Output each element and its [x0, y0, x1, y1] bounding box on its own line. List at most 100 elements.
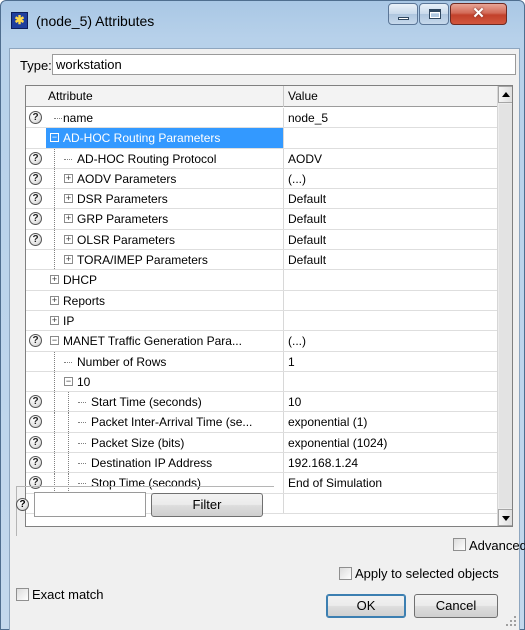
row-name[interactable]: ? name node_5: [26, 108, 497, 129]
help-icon[interactable]: ?: [29, 456, 42, 470]
cancel-button[interactable]: Cancel: [414, 594, 498, 618]
row-adhoc-routing-protocol[interactable]: ? AD-HOC Routing Protocol AODV: [26, 148, 497, 169]
value-cell[interactable]: End of Simulation: [284, 473, 497, 492]
row-ip[interactable]: + IP: [26, 310, 497, 332]
value-cell[interactable]: (...): [284, 331, 497, 350]
value-cell[interactable]: Default: [284, 250, 497, 269]
row-packet-inter-arrival[interactable]: ? Packet Inter-Arrival Time (se... exponen…: [26, 412, 497, 433]
expand-icon[interactable]: +: [50, 275, 59, 285]
attribute-cell[interactable]: Start Time (seconds): [46, 392, 284, 412]
exact-match-checkbox[interactable]: [16, 588, 29, 601]
attribute-cell[interactable]: −10: [46, 371, 284, 392]
vertical-scrollbar[interactable]: [497, 86, 512, 526]
row-dsr-params[interactable]: ? + DSR Parameters Default: [26, 189, 497, 210]
expand-icon[interactable]: +: [64, 255, 73, 265]
scroll-up-button[interactable]: [498, 86, 512, 103]
expand-icon[interactable]: +: [64, 234, 73, 244]
help-icon[interactable]: ?: [29, 415, 42, 429]
attribute-cell[interactable]: Destination IP Address: [46, 453, 284, 473]
attribute-cell[interactable]: Number of Rows: [46, 351, 284, 371]
value-cell[interactable]: (...): [284, 169, 497, 188]
expand-icon[interactable]: +: [64, 214, 73, 224]
advanced-label[interactable]: Advanced: [469, 538, 525, 553]
help-icon[interactable]: ?: [29, 111, 42, 124]
column-header-attribute[interactable]: Attribute: [26, 86, 284, 107]
minimize-button[interactable]: [388, 3, 418, 25]
filter-button[interactable]: Filter: [151, 493, 263, 517]
help-icon[interactable]: ?: [29, 192, 42, 206]
apply-to-selected-checkbox[interactable]: [339, 567, 352, 580]
attribute-cell[interactable]: + DHCP: [46, 270, 284, 290]
expand-icon[interactable]: +: [50, 295, 59, 305]
row-tora-imep-params[interactable]: + TORA/IMEP Parameters Default: [26, 250, 497, 271]
resize-grip[interactable]: [504, 614, 518, 628]
attribute-cell[interactable]: + GRP Parameters: [46, 209, 284, 229]
row-packet-size[interactable]: ? Packet Size (bits) exponential (1024): [26, 432, 497, 454]
value-cell[interactable]: exponential (1): [284, 412, 497, 431]
attribute-cell[interactable]: + TORA/IMEP Parameters: [46, 250, 284, 270]
row-manet-traffic[interactable]: ? − MANET Traffic Generation Para... (...): [26, 331, 497, 352]
ok-button[interactable]: OK: [326, 594, 406, 618]
row-aodv-params[interactable]: ? + AODV Parameters (...): [26, 168, 497, 190]
attribute-cell[interactable]: + AODV Parameters: [46, 168, 284, 189]
value-cell[interactable]: [284, 270, 497, 289]
attribute-cell[interactable]: − AD-HOC Routing Parameters: [46, 128, 284, 148]
attribute-cell[interactable]: + Reports: [46, 290, 284, 310]
value-cell[interactable]: exponential (1024): [284, 433, 497, 452]
help-icon[interactable]: ?: [29, 151, 42, 165]
apply-to-selected-label[interactable]: Apply to selected objects: [355, 566, 499, 581]
help-icon[interactable]: ?: [29, 395, 42, 409]
expand-icon[interactable]: +: [64, 173, 73, 183]
value-cell[interactable]: [284, 372, 497, 391]
value-cell[interactable]: 10: [284, 392, 497, 411]
attribute-cell[interactable]: + OLSR Parameters: [46, 229, 284, 250]
help-icon[interactable]: ?: [29, 435, 42, 449]
help-icon[interactable]: ?: [29, 232, 42, 246]
collapse-icon[interactable]: −: [50, 133, 59, 143]
row-number-of-rows[interactable]: Number of Rows 1: [26, 351, 497, 372]
value-cell[interactable]: [284, 494, 497, 513]
value-cell[interactable]: 192.168.1.24: [284, 453, 497, 472]
advanced-checkbox[interactable]: [453, 538, 466, 551]
row-dhcp[interactable]: + DHCP: [26, 270, 497, 291]
collapse-icon[interactable]: −: [64, 376, 73, 386]
attribute-cell[interactable]: + DSR Parameters: [46, 189, 284, 209]
value-cell[interactable]: [284, 311, 497, 330]
help-icon[interactable]: ?: [29, 334, 42, 348]
row-10[interactable]: −10: [26, 371, 497, 393]
attribute-cell[interactable]: name: [46, 108, 284, 128]
row-reports[interactable]: + Reports: [26, 290, 497, 311]
title-bar[interactable]: ✱ (node_5) Attributes ✕: [1, 1, 524, 41]
attribute-cell[interactable]: Packet Inter-Arrival Time (se...: [46, 412, 284, 432]
value-cell[interactable]: 1: [284, 352, 497, 371]
help-icon[interactable]: ?: [16, 498, 29, 511]
value-cell[interactable]: Default: [284, 189, 497, 208]
value-cell[interactable]: AODV: [284, 149, 497, 168]
attribute-cell[interactable]: Packet Size (bits): [46, 432, 284, 453]
scroll-thumb[interactable]: [499, 104, 512, 508]
collapse-icon[interactable]: −: [50, 336, 59, 346]
row-destination-ip[interactable]: ? Destination IP Address 192.168.1.24: [26, 453, 497, 474]
attribute-cell[interactable]: + IP: [46, 310, 284, 331]
exact-match-label[interactable]: Exact match: [32, 587, 104, 602]
value-cell[interactable]: Default: [284, 209, 497, 228]
value-cell[interactable]: Default: [284, 230, 497, 249]
filter-input[interactable]: [34, 492, 146, 517]
row-adhoc-routing-params[interactable]: − AD-HOC Routing Parameters: [26, 128, 497, 149]
row-start-time[interactable]: ? Start Time (seconds) 10: [26, 392, 497, 413]
column-header-value[interactable]: Value: [284, 86, 497, 107]
close-button[interactable]: ✕: [450, 3, 507, 25]
attribute-cell[interactable]: AD-HOC Routing Protocol: [46, 148, 284, 168]
help-icon[interactable]: ?: [29, 212, 42, 226]
help-icon[interactable]: ?: [29, 171, 42, 185]
value-cell[interactable]: node_5: [284, 108, 497, 127]
maximize-button[interactable]: [419, 3, 449, 25]
row-olsr-params[interactable]: ? + OLSR Parameters Default: [26, 229, 497, 251]
value-cell[interactable]: [284, 128, 497, 147]
value-cell[interactable]: [284, 291, 497, 310]
scroll-down-button[interactable]: [498, 509, 512, 526]
row-grp-params[interactable]: ? + GRP Parameters Default: [26, 209, 497, 230]
expand-icon[interactable]: +: [64, 194, 73, 204]
expand-icon[interactable]: +: [50, 315, 59, 325]
type-field[interactable]: workstation: [52, 54, 516, 75]
